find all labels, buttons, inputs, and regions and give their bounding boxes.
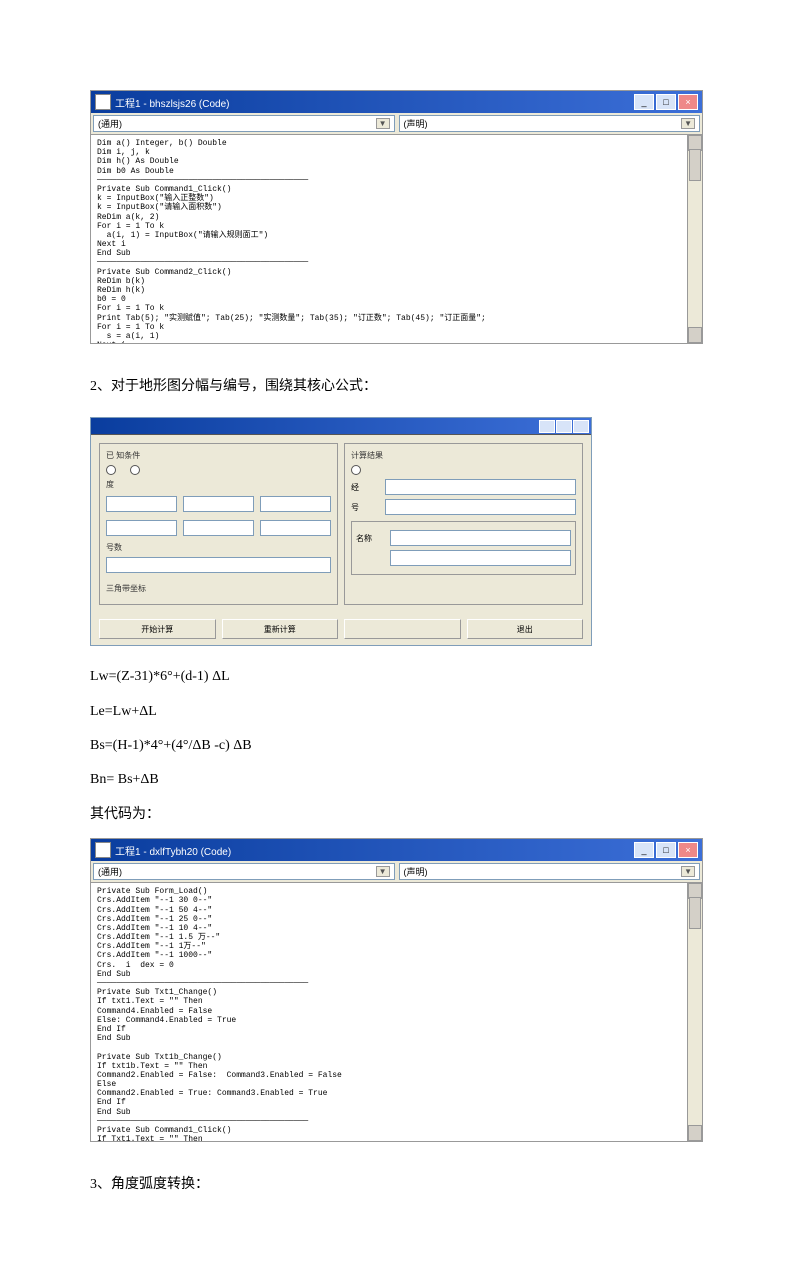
input-field[interactable] [260,496,331,512]
input-field[interactable] [183,520,254,536]
chevron-down-icon: ▼ [376,118,390,129]
radio-icon [130,465,140,475]
minimize-button[interactable]: _ [634,842,654,858]
result-input[interactable] [385,479,576,495]
formula-bs: Bs=(H-1)*4°+(4°/ΔB -c) ΔB [90,735,703,757]
minimize-button[interactable] [539,420,555,433]
number-label: 号数 [106,542,331,553]
close-button[interactable] [573,420,589,433]
input-field[interactable] [183,496,254,512]
window-title-1: 工程1 - bhszlsjs26 (Code) [115,95,229,110]
chevron-down-icon: ▼ [681,118,695,129]
degree-label: 度 [106,479,331,490]
code-window-1: 工程1 - bhszlsjs26 (Code) _ □ × (通用) ▼ (声明… [90,90,703,344]
procedure-selector-2[interactable]: (声明) ▼ [399,863,701,880]
titlebar-1: 工程1 - bhszlsjs26 (Code) _ □ × [91,91,702,113]
close-button[interactable]: × [678,842,698,858]
object-selector-label: (通用) [98,865,122,878]
minimize-button[interactable]: _ [634,94,654,110]
radio-icon [351,465,361,475]
code-text-2: Private Sub Form_Load() Crs.AddItem "--1… [97,887,342,1141]
result-input[interactable] [385,499,576,515]
right-panel-label: 计算结果 [351,450,576,461]
chevron-down-icon: ▼ [376,866,390,877]
degree-inputs-2 [106,518,331,538]
input-field[interactable] [106,520,177,536]
degree-inputs [106,494,331,514]
procedure-selector-label: (声明) [404,117,428,130]
maximize-button[interactable]: □ [656,842,676,858]
chevron-down-icon: ▼ [681,866,695,877]
formula-block: Lw=(Z-31)*6°+(d-1) ΔL Le=Lw+ΔL Bs=(H-1)*… [90,666,703,826]
lon-label: 经 [351,482,381,493]
scroll-thumb[interactable] [689,897,701,929]
input-field[interactable] [106,496,177,512]
sub-groupbox: 名称 [351,521,576,575]
exit-button[interactable]: 退出 [467,619,584,639]
object-selector-2[interactable]: (通用) ▼ [93,863,395,880]
section-2-heading: 2、对于地形图分幅与编号，围绕其核心公式： [90,374,703,399]
object-selector-label: (通用) [98,117,122,130]
maximize-button[interactable] [556,420,572,433]
code-pane-2[interactable]: Private Sub Form_Load() Crs.AddItem "--1… [91,883,702,1141]
app-icon [95,94,111,110]
right-groupbox: 计算结果 经 号 名称 [344,443,583,605]
blank-button[interactable] [344,619,461,639]
formula-le: Le=Lw+ΔL [90,701,703,723]
titlebar-2: 工程1 - dxlfTybh20 (Code) _ □ × [91,839,702,861]
radio-icon [106,465,116,475]
left-panel-label: 已 知条件 [106,450,331,461]
code-text-1: Dim a() Integer, b() Double Dim i, j, k … [97,139,486,343]
name-label: 名称 [356,533,386,544]
radio-option-2[interactable] [130,465,142,475]
procedure-selector-label: (声明) [404,865,428,878]
input-field[interactable] [260,520,331,536]
form-titlebar [91,418,591,435]
close-button[interactable]: × [678,94,698,110]
vertical-scrollbar[interactable] [687,135,702,343]
app-icon [95,842,111,858]
num-label: 号 [351,502,381,513]
left-groupbox: 已 知条件 度 号数 三角带坐标 [99,443,338,605]
scroll-thumb[interactable] [689,149,701,181]
object-selector-1[interactable]: (通用) ▼ [93,115,395,132]
coord-label: 三角带坐标 [106,583,331,594]
compute-button[interactable]: 开始计算 [99,619,216,639]
result-input[interactable] [390,530,571,546]
code-pane-1[interactable]: Dim a() Integer, b() Double Dim i, j, k … [91,135,702,343]
section-3-heading: 3、角度弧度转换： [90,1172,703,1197]
formula-lw: Lw=(Z-31)*6°+(d-1) ΔL [90,666,703,688]
result-input[interactable] [390,550,571,566]
form-designer-window: 已 知条件 度 号数 三角带坐标 [90,417,592,646]
formula-bn: Bn= Bs+ΔB [90,769,703,791]
window-title-2: 工程1 - dxlfTybh20 (Code) [115,843,231,858]
code-caption: 其代码为： [90,804,703,826]
radio-option-1[interactable] [106,465,118,475]
radio-result[interactable] [351,465,361,475]
code-window-2: 工程1 - dxlfTybh20 (Code) _ □ × (通用) ▼ (声明… [90,838,703,1142]
maximize-button[interactable]: □ [656,94,676,110]
vertical-scrollbar[interactable] [687,883,702,1141]
procedure-selector-1[interactable]: (声明) ▼ [399,115,701,132]
recompute-button[interactable]: 重新计算 [222,619,339,639]
number-input[interactable] [106,557,331,573]
